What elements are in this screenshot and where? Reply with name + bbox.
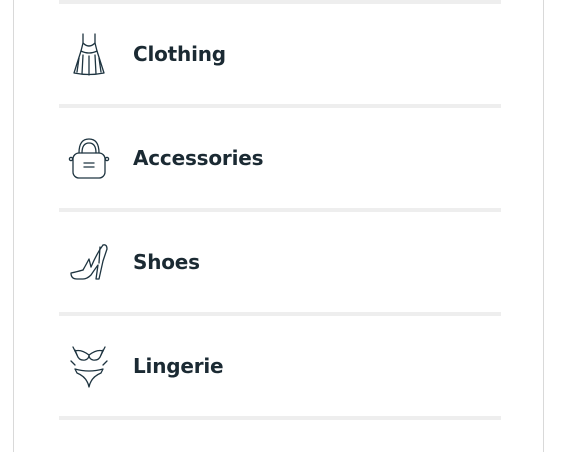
partial-icon <box>67 420 111 452</box>
category-label: Shoes <box>133 250 200 274</box>
category-item-lingerie[interactable]: Lingerie <box>59 316 501 416</box>
category-list: Clothing Accessories Shoes Lingerie <box>59 0 501 452</box>
category-item-clothing[interactable]: Clothing <box>59 4 501 104</box>
category-label: Accessories <box>133 146 264 170</box>
category-label: Lingerie <box>133 354 224 378</box>
lingerie-icon <box>67 342 111 390</box>
category-panel: Clothing Accessories Shoes Lingerie <box>13 0 544 452</box>
category-item-shoes[interactable]: Shoes <box>59 212 501 312</box>
handbag-icon <box>67 134 111 182</box>
dress-icon <box>67 30 111 78</box>
category-item-accessories[interactable]: Accessories <box>59 108 501 208</box>
category-label: Clothing <box>133 42 226 66</box>
category-item-partial[interactable] <box>59 420 501 452</box>
high-heel-icon <box>67 238 111 286</box>
